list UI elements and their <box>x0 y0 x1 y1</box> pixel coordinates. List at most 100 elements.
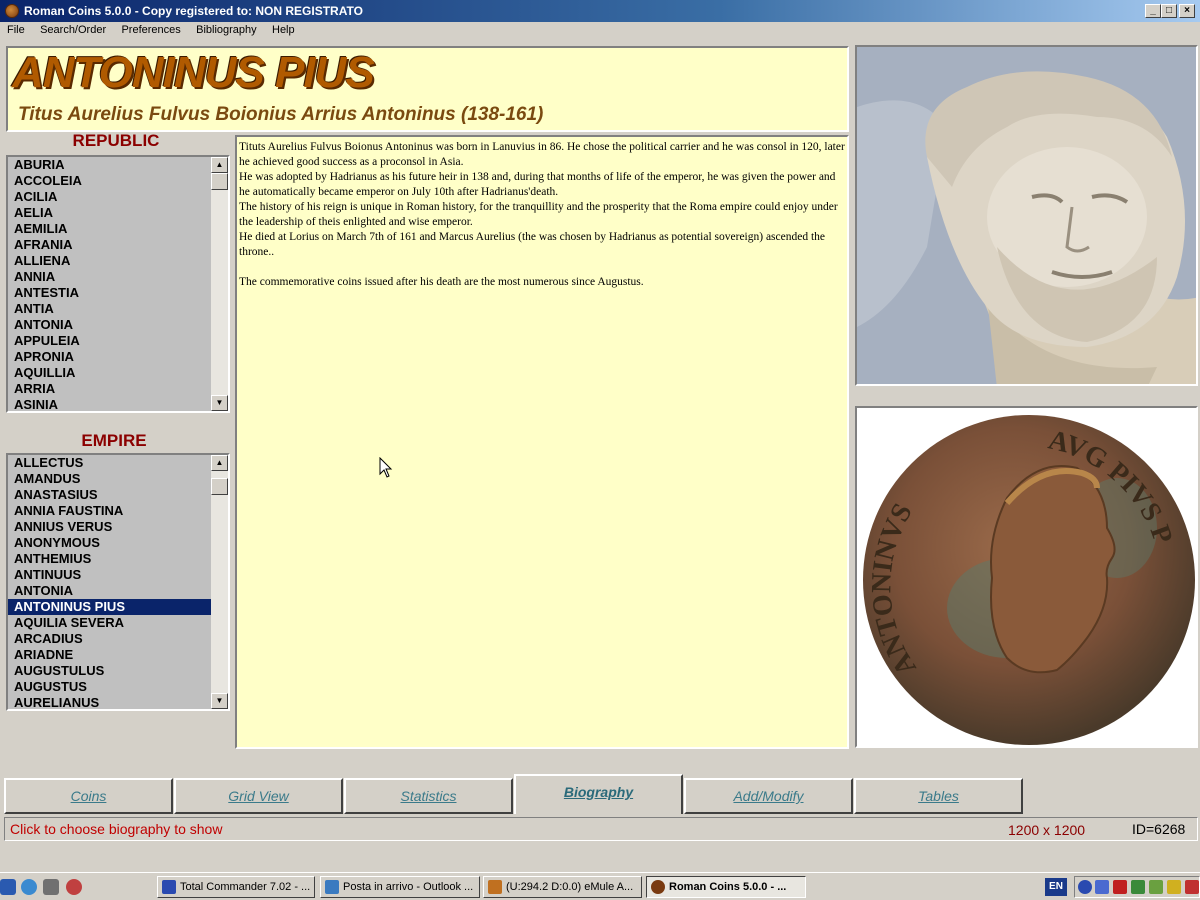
empire-scrollbar[interactable]: ▲ ▼ <box>211 455 228 709</box>
list-item[interactable]: ANTONINUS PIUS <box>8 599 211 615</box>
menu-preferences[interactable]: Preferences <box>116 22 185 38</box>
list-item[interactable]: AURELIANUS <box>8 695 211 709</box>
scroll-thumb[interactable] <box>211 173 228 190</box>
title-bar[interactable]: Roman Coins 5.0.0 - Copy registered to: … <box>0 0 1200 22</box>
list-item[interactable]: AELIA <box>8 205 211 221</box>
list-item[interactable]: ARCADIUS <box>8 631 211 647</box>
list-item[interactable]: AUGUSTUS <box>8 679 211 695</box>
scroll-down-button[interactable]: ▼ <box>211 693 228 709</box>
menu-file[interactable]: File <box>2 22 30 38</box>
bio-paragraph: The commemorative coins issued after his… <box>239 276 644 288</box>
bio-paragraph: He was adopted by Hadrianus as his futur… <box>239 171 836 198</box>
list-item[interactable]: AFRANIA <box>8 237 211 253</box>
list-item[interactable]: ALLIENA <box>8 253 211 269</box>
task-total-commander[interactable]: Total Commander 7.02 - ... <box>157 876 315 898</box>
quicklaunch-alien-icon[interactable] <box>43 879 59 895</box>
status-message[interactable]: Click to choose biography to show <box>10 821 222 837</box>
scroll-up-button[interactable]: ▲ <box>211 455 228 471</box>
list-item[interactable]: ANNIA <box>8 269 211 285</box>
tab-tables[interactable]: Tables <box>854 778 1023 814</box>
republic-list[interactable]: ABURIA ACCOLEIA ACILIA AELIA AEMILIA AFRANIA A… <box>6 155 230 413</box>
app-coin-icon[interactable] <box>5 4 19 18</box>
scroll-down-button[interactable]: ▼ <box>211 395 228 411</box>
empire-items: ALLECTUS AMANDUS ANASTASIUS ANNIA FAUSTINA A… <box>8 455 211 709</box>
task-roman-coins[interactable]: Roman Coins 5.0.0 - ... <box>646 876 806 898</box>
tray-k-icon[interactable] <box>1113 880 1127 894</box>
bio-spacer <box>239 260 845 275</box>
tab-grid-view[interactable]: Grid View <box>174 778 343 814</box>
tab-add-modify[interactable]: Add/Modify <box>684 778 853 814</box>
tray-volume-icon[interactable] <box>1185 880 1199 894</box>
status-resolution: 1200 x 1200 <box>1008 822 1086 838</box>
tab-statistics[interactable]: Statistics <box>344 778 513 814</box>
quicklaunch-desktop-icon[interactable] <box>0 879 16 895</box>
list-item[interactable]: ACCOLEIA <box>8 173 211 189</box>
list-item[interactable]: ANNIA FAUSTINA <box>8 503 211 519</box>
republic-items: ABURIA ACCOLEIA ACILIA AELIA AEMILIA AFRANIA A… <box>8 157 211 411</box>
emperor-header: ANTONINUS PIUS Titus Aurelius Fulvus Boi… <box>6 46 849 132</box>
list-item[interactable]: AEMILIA <box>8 221 211 237</box>
list-item[interactable]: ANONYMOUS <box>8 535 211 551</box>
close-button[interactable]: × <box>1179 4 1195 18</box>
menu-search-order[interactable]: Search/Order <box>35 22 111 38</box>
status-id: ID=6268 <box>1132 821 1186 837</box>
empire-label: EMPIRE <box>81 431 147 450</box>
list-item[interactable]: AUGUSTULUS <box>8 663 211 679</box>
minimize-button[interactable]: _ <box>1145 4 1161 18</box>
bio-paragraph: He died at Lorius on March 7th of 161 an… <box>239 231 826 258</box>
bio-paragraph: The history of his reign is unique in Ro… <box>239 201 838 228</box>
tray-app-icon[interactable] <box>1149 880 1163 894</box>
list-item[interactable]: ANTIA <box>8 301 211 317</box>
task-label: Roman Coins 5.0.0 - ... <box>669 881 787 893</box>
task-label: Posta in arrivo - Outlook ... <box>343 881 474 893</box>
quicklaunch-app-icon[interactable] <box>66 879 82 895</box>
task-label: (U:294.2 D:0.0) eMule A... <box>506 881 634 893</box>
status-bar: Click to choose biography to show 1200 x… <box>4 817 1198 841</box>
list-item[interactable]: ANNIUS VERUS <box>8 519 211 535</box>
list-item[interactable]: AQUILIA SEVERA <box>8 615 211 631</box>
list-item[interactable]: ALLECTUS <box>8 455 211 471</box>
list-item[interactable]: ANTONIA <box>8 583 211 599</box>
taskbar: Total Commander 7.02 - ... Posta in arri… <box>0 872 1200 900</box>
window-title: Roman Coins 5.0.0 - Copy registered to: … <box>24 4 363 18</box>
list-item[interactable]: APPULEIA <box>8 333 211 349</box>
list-item[interactable]: APRONIA <box>8 349 211 365</box>
scroll-up-button[interactable]: ▲ <box>211 157 228 173</box>
system-tray <box>1074 876 1200 898</box>
list-item[interactable]: ANTHEMIUS <box>8 551 211 567</box>
list-item[interactable]: ASINIA <box>8 397 211 411</box>
bio-paragraph: Tituts Aurelius Fulvus Boionus Antoninus… <box>239 141 845 168</box>
republic-label: REPUBLIC <box>72 131 160 150</box>
outlook-icon <box>325 880 339 894</box>
list-item[interactable]: ARIADNE <box>8 647 211 663</box>
language-indicator[interactable]: EN <box>1045 878 1067 896</box>
list-item[interactable]: AQUILLIA <box>8 365 211 381</box>
tray-sync-icon[interactable] <box>1131 880 1145 894</box>
tray-network-icon[interactable] <box>1078 880 1092 894</box>
task-emule[interactable]: (U:294.2 D:0.0) eMule A... <box>483 876 642 898</box>
list-item[interactable]: ARRIA <box>8 381 211 397</box>
emule-icon <box>488 880 502 894</box>
list-item[interactable]: ACILIA <box>8 189 211 205</box>
empire-list[interactable]: ALLECTUS AMANDUS ANASTASIUS ANNIA FAUSTINA A… <box>6 453 230 711</box>
tab-biography[interactable]: Biography <box>514 774 683 814</box>
tray-monitor-icon[interactable] <box>1095 880 1109 894</box>
tray-shield-icon[interactable] <box>1167 880 1181 894</box>
list-item[interactable]: ABURIA <box>8 157 211 173</box>
list-item[interactable]: ANTINUUS <box>8 567 211 583</box>
list-item[interactable]: ANASTASIUS <box>8 487 211 503</box>
tab-coins[interactable]: Coins <box>4 778 173 814</box>
task-outlook[interactable]: Posta in arrivo - Outlook ... <box>320 876 480 898</box>
menu-bibliography[interactable]: Bibliography <box>191 22 262 38</box>
maximize-button[interactable]: □ <box>1161 4 1177 18</box>
scroll-thumb[interactable] <box>211 478 228 495</box>
list-item[interactable]: ANTONIA <box>8 317 211 333</box>
menu-help[interactable]: Help <box>267 22 300 38</box>
list-item[interactable]: ANTESTIA <box>8 285 211 301</box>
quicklaunch-media-icon[interactable] <box>21 879 37 895</box>
list-item[interactable]: AMANDUS <box>8 471 211 487</box>
biography-text[interactable]: Tituts Aurelius Fulvus Boionus Antoninus… <box>235 135 849 749</box>
floppy-icon <box>162 880 176 894</box>
republic-scrollbar[interactable]: ▲ ▼ <box>211 157 228 411</box>
emperor-name: ANTONINUS PIUS <box>12 48 375 97</box>
